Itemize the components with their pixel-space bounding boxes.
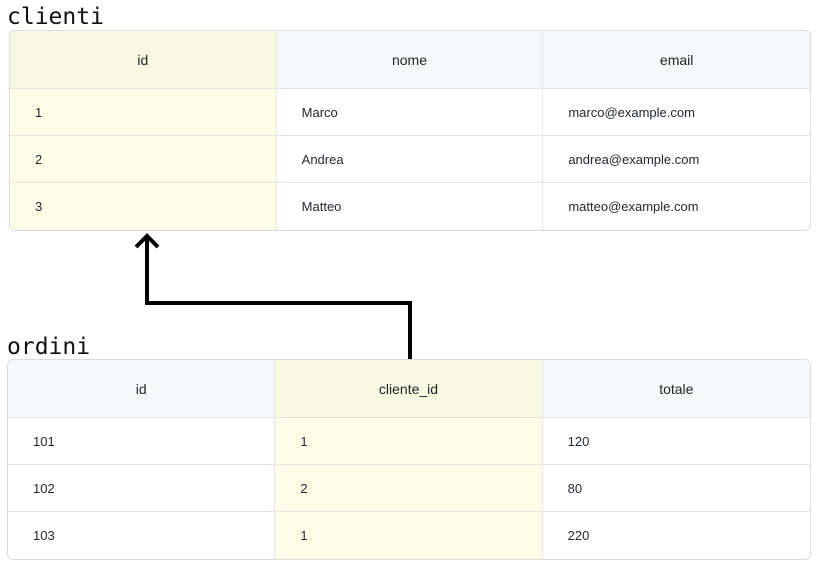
- table-cell-id: 101: [8, 418, 276, 465]
- table-cell-nome: Andrea: [276, 136, 544, 183]
- table-cell-totale: 220: [567, 528, 590, 543]
- column-header-id: id: [8, 360, 276, 418]
- table-cell-email: marco@example.com: [543, 89, 810, 136]
- table-cell-cliente-id: 1: [275, 418, 543, 465]
- table-cell-cliente-id: 2: [275, 465, 543, 512]
- table-cell-nome: Marco: [276, 89, 544, 136]
- foreign-key-line: [145, 236, 412, 359]
- table-ordini: id cliente_id totale 101 1 120 102 2 80 103 1 220: [7, 359, 811, 560]
- table-title-clienti: clienti: [7, 4, 104, 30]
- table-cell-id: 102: [8, 465, 276, 512]
- column-header-email: email: [543, 31, 810, 89]
- table-cell-cliente-id: 1: [275, 512, 543, 559]
- table-grid: id cliente_id totale 101 1 120 102 2 80 103 1 220: [8, 360, 810, 559]
- table-cell-email: andrea@example.com: [543, 136, 810, 183]
- column-header-cliente-id: cliente_id: [275, 360, 543, 418]
- table-cell-totale: 80: [542, 465, 810, 512]
- table-cell-id: 1: [10, 89, 277, 136]
- column-header-nome: nome: [276, 31, 544, 89]
- table-cell-id: 3: [10, 183, 277, 230]
- arrow-head-icon: [134, 233, 160, 249]
- table-title-ordini: ordini: [7, 334, 91, 360]
- table-grid: id nome email 1 Marco marco@example.com 2 Andre…: [10, 31, 810, 230]
- column-header-id: id: [10, 31, 277, 89]
- table-cell-id: 103: [8, 512, 276, 559]
- table-clienti: id nome email 1 Marco marco@example.com 2 Andre…: [9, 30, 811, 231]
- table-cell-id: 2: [10, 136, 277, 183]
- table-cell-nome: Matteo: [277, 183, 544, 230]
- column-header-totale: totale: [542, 360, 810, 418]
- table-cell-email: matteo@example.com: [568, 199, 699, 214]
- table-cell-totale: 120: [542, 418, 810, 465]
